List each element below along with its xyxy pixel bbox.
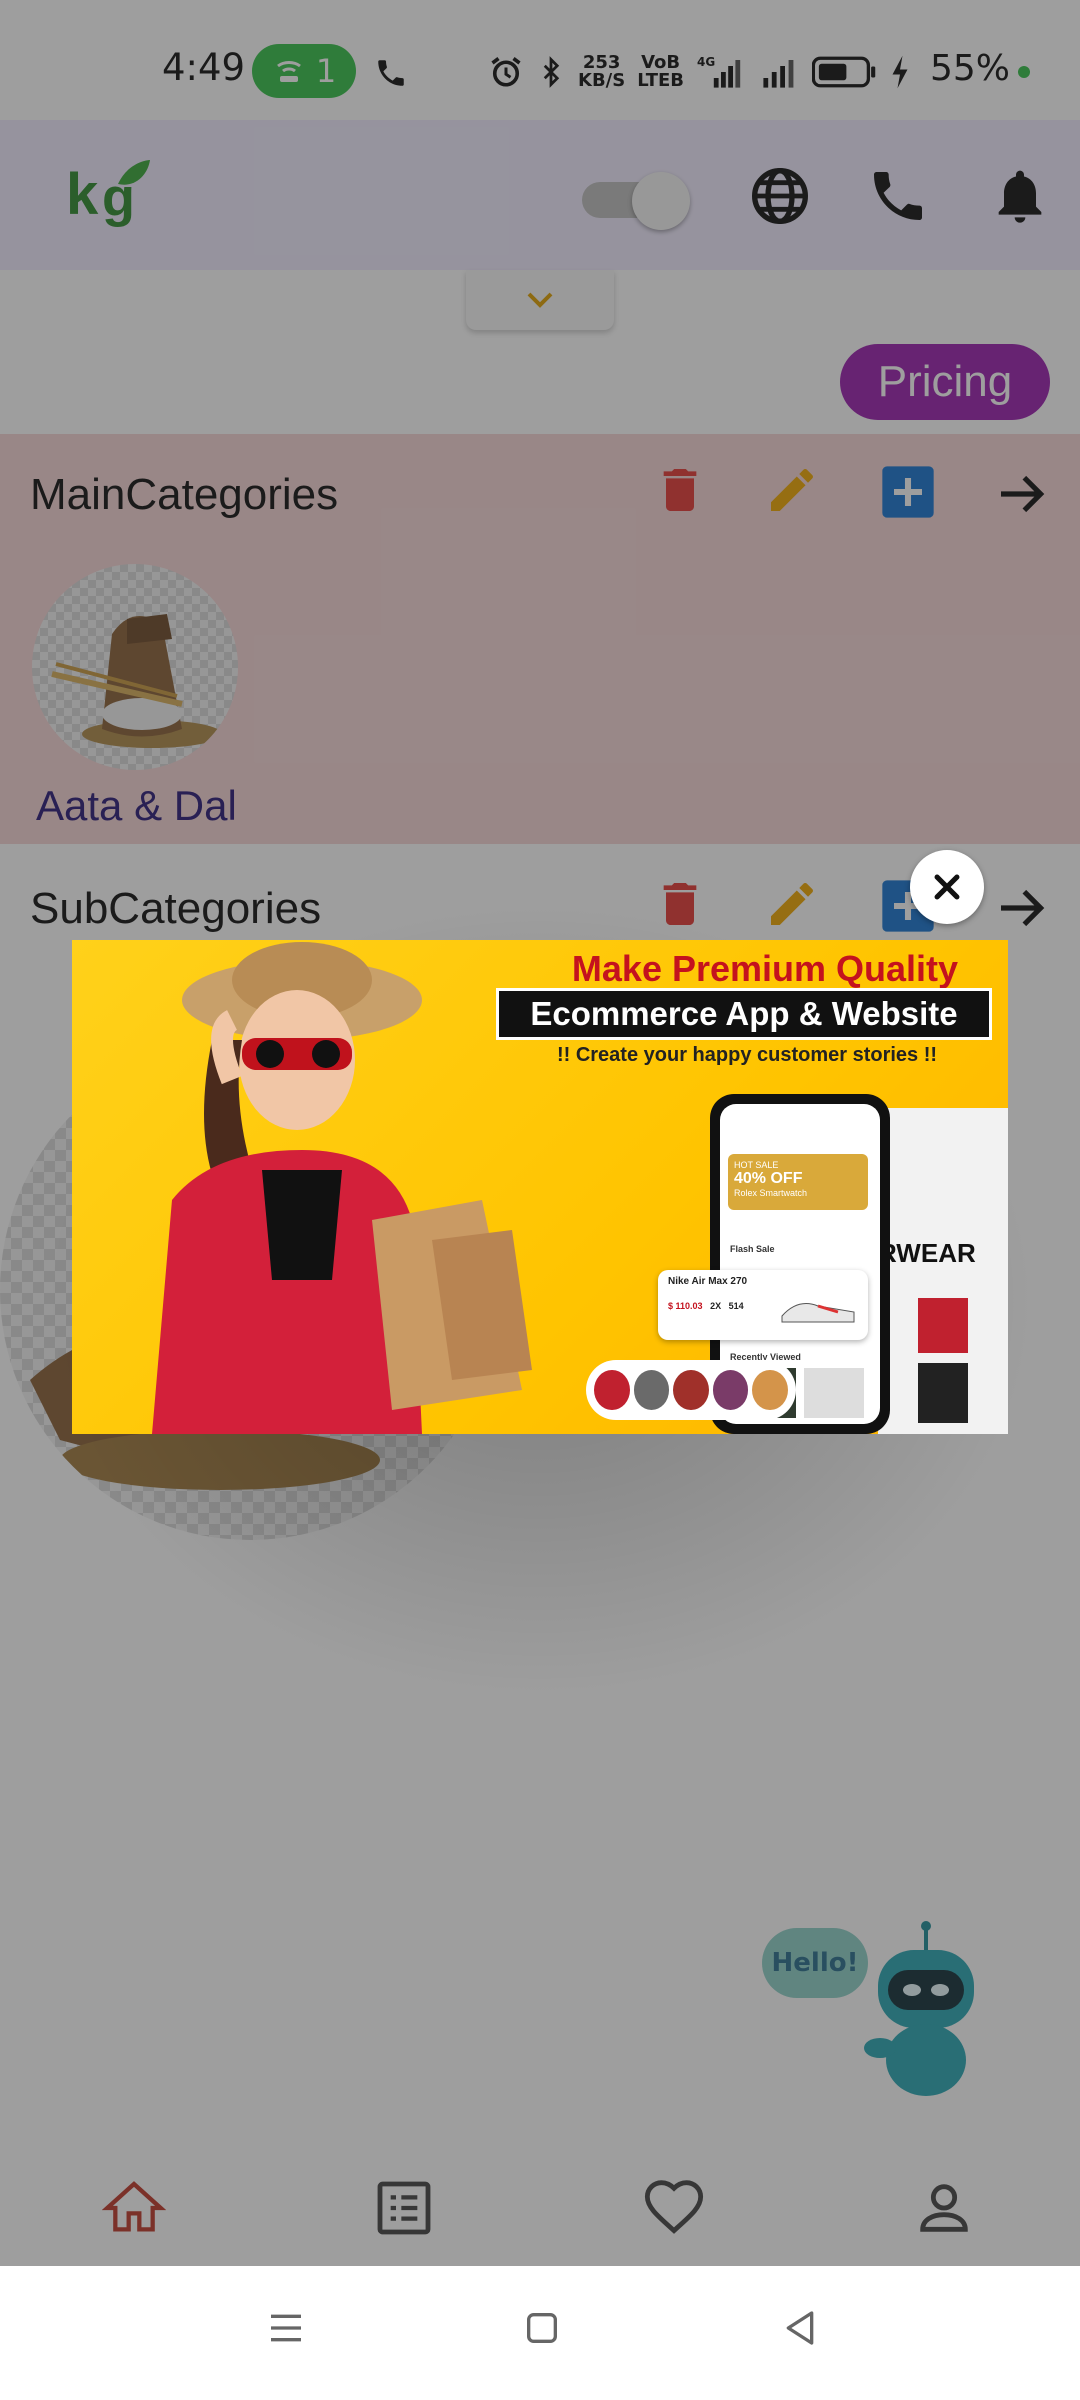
ad-promo: HOT SALE 40% OFF Rolex Smartwatch: [728, 1154, 868, 1210]
sneaker-icon: [781, 1303, 855, 1323]
fashion-thumbnail: [918, 1298, 968, 1423]
close-icon: [934, 874, 960, 900]
home-system-icon[interactable]: [522, 2308, 562, 2348]
ad-customer-avatars: [586, 1360, 796, 1420]
ad-side-screen: RWEAR: [878, 1108, 1008, 1434]
ad-flash-sale: Flash Sale: [730, 1244, 775, 1254]
ad-side-text: RWEAR: [878, 1238, 976, 1268]
back-icon[interactable]: [780, 2308, 820, 2348]
ad-headline: Make Premium Quality: [571, 948, 959, 989]
recent-apps-icon[interactable]: [266, 2308, 306, 2348]
ad-product-card: Nike Air Max 270 $ 110.03 2X 514: [658, 1270, 868, 1340]
close-modal-button[interactable]: [910, 850, 984, 924]
promo-banner[interactable]: Make Premium Quality Ecommerce App & Web…: [72, 940, 1008, 1434]
ad-subheadline: Ecommerce App & Website: [496, 988, 992, 1040]
ad-tagline: !! Create your happy customer stories !!: [556, 1044, 938, 1066]
